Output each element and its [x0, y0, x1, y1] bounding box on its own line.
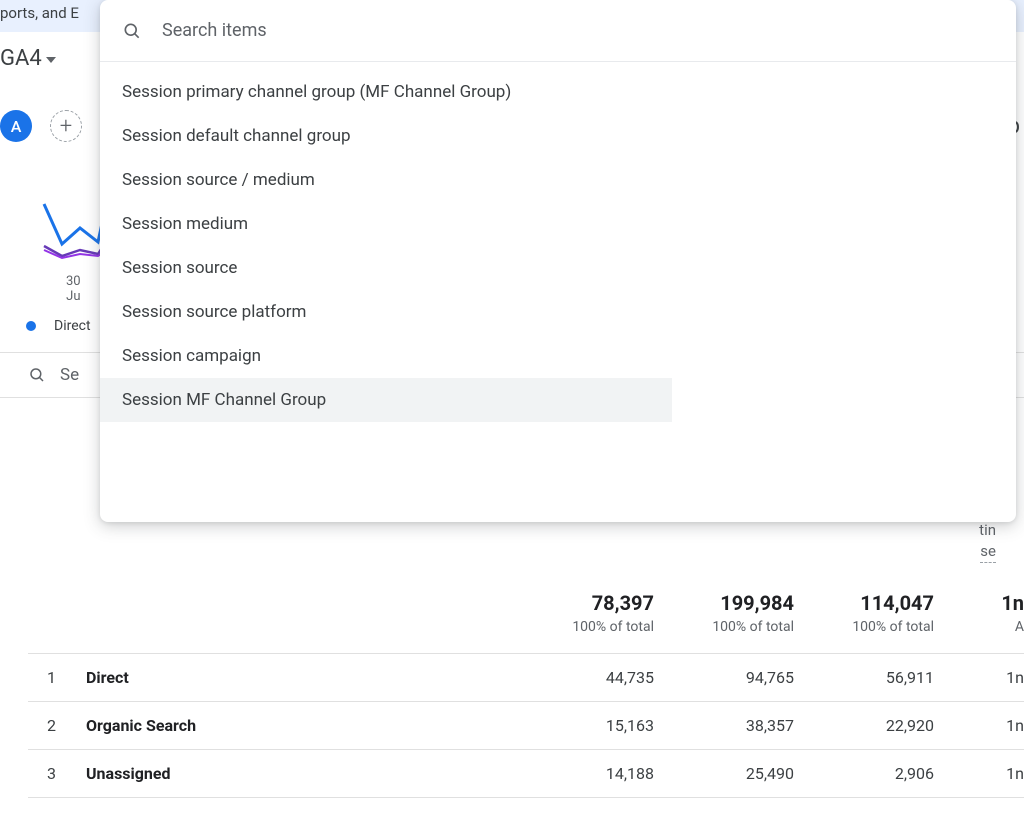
data-table: sessions engage tin se 78,397100% of tot…: [28, 500, 1024, 798]
totals-row: 78,397100% of total 199,984100% of total…: [28, 563, 1024, 654]
search-icon: [122, 21, 142, 41]
dimension-option[interactable]: Session primary channel group (MF Channe…: [100, 70, 672, 114]
row-metric: 44,735: [524, 668, 654, 687]
row-metric: 1n: [934, 716, 1024, 735]
row-dimension: Unassigned: [86, 764, 524, 783]
dimension-option[interactable]: Session medium: [100, 202, 672, 246]
segment-chip-all[interactable]: A: [0, 110, 32, 142]
legend-item: Direct: [54, 318, 91, 334]
row-metric: 2,906: [794, 764, 934, 783]
search-icon: [28, 366, 46, 384]
property-label: GA4: [0, 46, 42, 71]
dimension-option[interactable]: Session MF Channel Group: [100, 378, 672, 422]
row-metric: 22,920: [794, 716, 934, 735]
row-index: 2: [28, 716, 86, 735]
table-row[interactable]: 3Unassigned14,18825,4902,9061n: [28, 750, 1024, 798]
legend-dot-icon: [26, 321, 36, 331]
row-dimension: Organic Search: [86, 716, 524, 735]
row-dimension: Direct: [86, 668, 524, 687]
row-metric: 1n: [934, 764, 1024, 783]
table-search-label[interactable]: Se: [60, 365, 79, 385]
table-row[interactable]: 2Organic Search15,16338,35722,9201n: [28, 702, 1024, 750]
dimension-option[interactable]: Session source platform: [100, 290, 672, 334]
row-metric: 1n: [934, 668, 1024, 687]
dimension-option[interactable]: Session default channel group: [100, 114, 672, 158]
row-index: 3: [28, 764, 86, 783]
dimension-search-input[interactable]: [162, 20, 994, 41]
row-metric: 38,357: [654, 716, 794, 735]
row-metric: 15,163: [524, 716, 654, 735]
dimension-option[interactable]: Session source: [100, 246, 672, 290]
dimension-option[interactable]: Session campaign: [100, 334, 672, 378]
property-selector[interactable]: GA4: [0, 46, 56, 71]
row-metric: 94,765: [654, 668, 794, 687]
add-segment-button[interactable]: +: [50, 110, 82, 142]
table-row[interactable]: 1Direct44,73594,76556,9111n: [28, 654, 1024, 702]
row-metric: 56,911: [794, 668, 934, 687]
dimension-dropdown: Session primary channel group (MF Channe…: [100, 0, 1016, 522]
row-index: 1: [28, 668, 86, 687]
dimension-option[interactable]: Session source / medium: [100, 158, 672, 202]
row-metric: 14,188: [524, 764, 654, 783]
chevron-down-icon: [46, 57, 56, 63]
row-metric: 25,490: [654, 764, 794, 783]
banner-text: ports, and E: [0, 4, 79, 22]
